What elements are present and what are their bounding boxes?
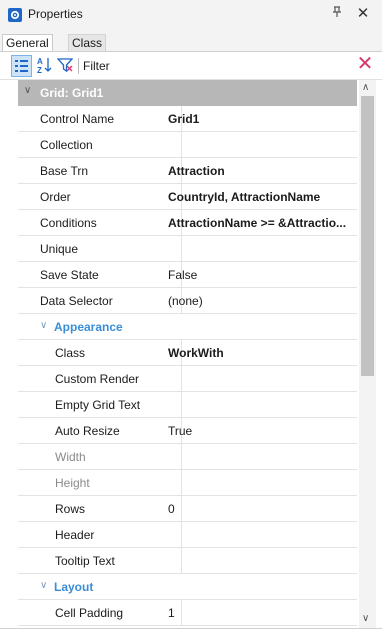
tab-strip xyxy=(0,30,382,51)
property-row[interactable]: Header xyxy=(18,522,357,548)
filter-icon[interactable] xyxy=(56,57,74,73)
pin-icon[interactable] xyxy=(330,6,344,21)
property-value[interactable]: 1 xyxy=(168,606,175,620)
property-row[interactable]: Rows 0 xyxy=(18,496,357,522)
categorized-icon xyxy=(15,60,28,72)
property-row[interactable]: Width xyxy=(18,444,357,470)
property-value[interactable]: Attraction xyxy=(168,164,225,178)
svg-text:Z: Z xyxy=(37,66,42,74)
grid-category-label: Grid: Grid1 xyxy=(40,86,104,100)
property-name: Auto Resize xyxy=(55,424,120,438)
property-row[interactable]: Custom Render xyxy=(18,366,357,392)
property-name: Custom Render xyxy=(55,372,140,386)
property-row[interactable]: Order CountryId, AttractionName xyxy=(18,184,357,210)
property-name: Height xyxy=(55,476,90,490)
window-title: Properties xyxy=(28,7,83,21)
property-value[interactable]: True xyxy=(168,424,192,438)
chevron-down-icon[interactable]: ∨ xyxy=(40,580,47,591)
property-row[interactable]: Tooltip Text xyxy=(18,548,357,574)
property-value[interactable]: 0 xyxy=(168,502,175,516)
property-row[interactable]: Cell Padding 1 xyxy=(18,600,357,626)
filter-input[interactable] xyxy=(118,58,350,72)
property-row[interactable]: Base Trn Attraction xyxy=(18,158,357,184)
filter-label: Filter xyxy=(78,58,114,74)
property-row[interactable]: Collection xyxy=(18,132,357,158)
property-name: Save State xyxy=(40,268,99,282)
gear-icon xyxy=(8,8,22,22)
property-name: Rows xyxy=(55,502,86,516)
section-label: Appearance xyxy=(54,320,123,334)
property-name: Cell Padding xyxy=(55,606,124,620)
chevron-down-icon[interactable]: ∨ xyxy=(24,85,31,96)
property-row[interactable]: Class WorkWith xyxy=(18,340,357,366)
property-name: Header xyxy=(55,528,95,542)
layout-category-header[interactable]: ∨ Layout xyxy=(18,574,357,600)
property-value[interactable]: False xyxy=(168,268,197,282)
property-value[interactable]: WorkWith xyxy=(168,346,224,360)
categorized-view-button[interactable] xyxy=(11,55,32,77)
property-name: Control Name xyxy=(40,112,115,126)
property-name: Tooltip Text xyxy=(55,554,115,568)
property-value[interactable]: CountryId, AttractionName xyxy=(168,190,320,204)
property-name: Empty Grid Text xyxy=(55,398,141,412)
clear-filter-icon[interactable]: ✕ xyxy=(356,53,374,75)
chevron-down-icon[interactable]: ∨ xyxy=(362,613,369,624)
property-value[interactable]: AttractionName >= &Attractio... xyxy=(168,216,346,230)
property-name: Collection xyxy=(40,138,93,152)
property-name: Base Trn xyxy=(40,164,89,178)
chevron-up-icon[interactable]: ∧ xyxy=(362,82,369,93)
property-row[interactable]: Conditions AttractionName >= &Attractio.… xyxy=(18,210,357,236)
appearance-category-header[interactable]: ∨ Appearance xyxy=(18,314,357,340)
property-row[interactable]: Unique xyxy=(18,236,357,262)
property-row[interactable]: Data Selector (none) xyxy=(18,288,357,314)
property-name: Data Selector xyxy=(40,294,113,308)
close-icon[interactable]: ✕ xyxy=(355,4,371,22)
tab-class[interactable]: Class xyxy=(68,34,107,52)
section-label: Layout xyxy=(54,580,94,594)
property-value[interactable]: Grid1 xyxy=(168,112,199,126)
property-name: Order xyxy=(40,190,71,204)
chevron-down-icon[interactable]: ∨ xyxy=(40,320,47,331)
property-value[interactable]: (none) xyxy=(168,294,203,308)
property-row[interactable]: Auto Resize True xyxy=(18,418,357,444)
sort-az-icon: A Z xyxy=(37,57,52,75)
property-name: Unique xyxy=(40,242,79,256)
alphabetical-sort-button[interactable]: A Z xyxy=(36,56,52,75)
property-name: Conditions xyxy=(40,216,97,230)
property-row[interactable]: Control Name Grid1 xyxy=(18,106,357,132)
svg-text:A: A xyxy=(37,57,43,66)
property-name: Width xyxy=(55,450,86,464)
tab-general[interactable]: General xyxy=(2,34,53,52)
property-row[interactable]: Empty Grid Text xyxy=(18,392,357,418)
property-row[interactable]: Save State False xyxy=(18,262,357,288)
scrollbar-thumb[interactable] xyxy=(361,96,374,376)
property-row[interactable]: Height xyxy=(18,470,357,496)
property-name: Class xyxy=(55,346,86,360)
